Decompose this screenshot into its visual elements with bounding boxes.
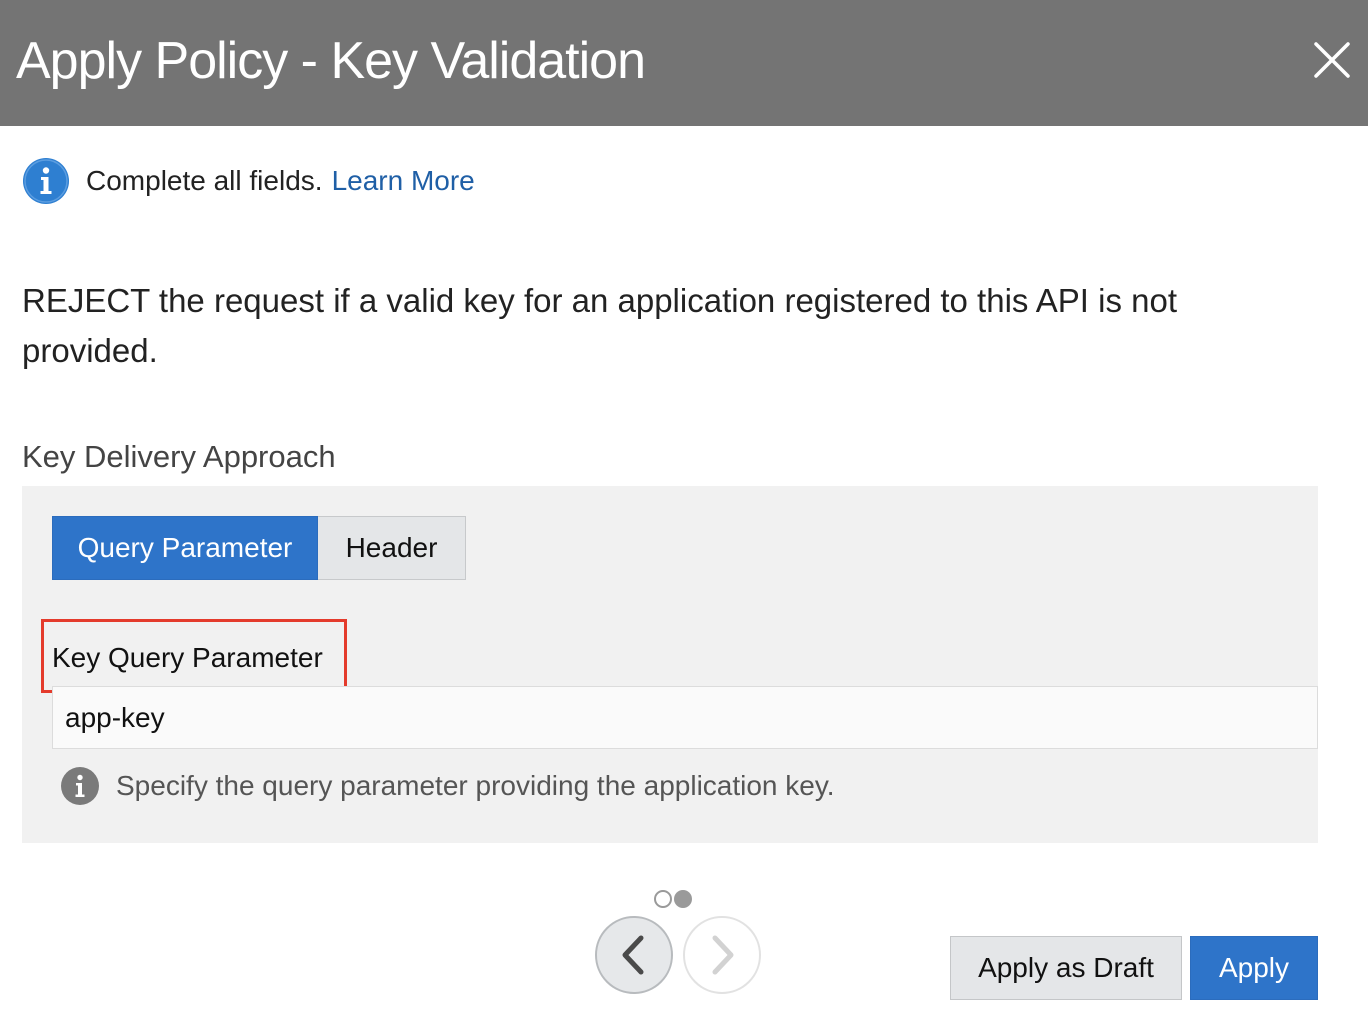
page-indicator (654, 890, 692, 908)
dialog-header: Apply Policy - Key Validation (0, 0, 1368, 126)
hint-text: Specify the query parameter providing th… (116, 770, 835, 801)
key-query-parameter-label: Key Query Parameter (52, 642, 323, 673)
next-button[interactable] (683, 916, 761, 994)
key-delivery-panel: Query Parameter Header Key Query Paramet… (22, 486, 1318, 843)
info-message: Complete all fields. Learn More (22, 156, 475, 206)
field-hint: Specify the query parameter providing th… (60, 766, 835, 806)
page-dot-1[interactable] (654, 890, 672, 908)
policy-description: REJECT the request if a valid key for an… (22, 282, 1177, 369)
info-icon (61, 767, 99, 805)
dialog-title: Apply Policy - Key Validation (16, 32, 646, 90)
key-delivery-toggle: Query Parameter Header (52, 516, 466, 580)
chevron-right-icon (712, 935, 734, 975)
apply-policy-dialog: Apply Policy - Key Validation Complete a… (0, 0, 1368, 1024)
learn-more-link[interactable]: Learn More (332, 165, 475, 197)
header-option[interactable]: Header (318, 516, 466, 580)
apply-as-draft-button[interactable]: Apply as Draft (950, 936, 1182, 1000)
info-icon (23, 158, 69, 204)
info-text: Complete all fields. (86, 165, 323, 196)
page-dot-2[interactable] (674, 890, 692, 908)
close-button[interactable] (1308, 36, 1356, 84)
close-icon (1314, 42, 1350, 78)
chevron-left-icon (622, 935, 644, 975)
query-parameter-option[interactable]: Query Parameter (52, 516, 318, 580)
apply-button[interactable]: Apply (1190, 936, 1318, 1000)
previous-button[interactable] (595, 916, 673, 994)
key-delivery-label: Key Delivery Approach (22, 439, 336, 474)
key-query-parameter-input[interactable] (52, 686, 1318, 749)
